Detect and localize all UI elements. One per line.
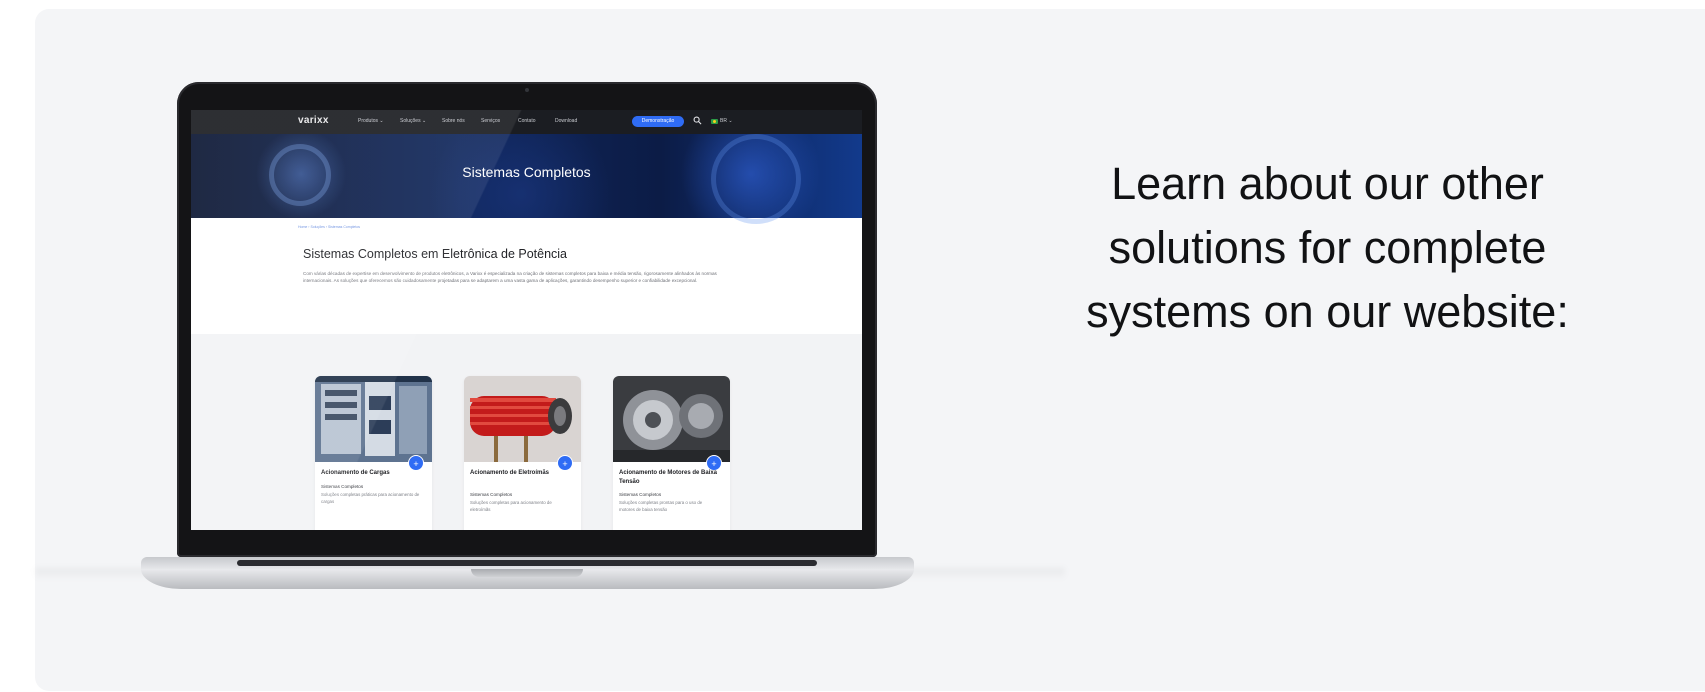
lid-notch: [471, 569, 583, 577]
breadcrumb[interactable]: Home › Soluções › Sistemas Completos: [298, 225, 360, 229]
card-description: Soluções completas prontas para o uso de…: [619, 500, 703, 512]
site-logo[interactable]: varixx: [298, 115, 329, 126]
keyboard-slit: [237, 560, 817, 566]
card-image-cabinet: [315, 376, 432, 462]
brazil-flag-icon[interactable]: [711, 119, 718, 124]
solution-card[interactable]: + Acionamento de Cargas Sistemas Complet…: [315, 376, 432, 530]
card-title: Acionamento de Cargas: [321, 470, 390, 476]
solution-card[interactable]: + Acionamento de Eletroímãs Sistemas Com…: [464, 376, 581, 530]
card-category: Sistemas Completos: [321, 484, 364, 489]
card-image-motor: [613, 376, 730, 462]
laptop-base: [141, 557, 914, 597]
demo-button[interactable]: Demonstração: [632, 116, 684, 127]
card-category: Sistemas Completos: [470, 492, 513, 497]
nav-item-solucoes[interactable]: Soluções ⌄: [400, 118, 426, 124]
laptop-screen: varixx Produtos ⌄ Soluções ⌄ Sobre nós S…: [191, 110, 862, 530]
solution-card[interactable]: + Acionamento de Motores de Baixa Tensão…: [613, 376, 730, 530]
content-text: Com várias décadas de expertise em desen…: [303, 271, 717, 283]
language-select[interactable]: BR ⌄: [720, 118, 733, 124]
nav-item-produtos[interactable]: Produtos ⌄: [358, 118, 384, 124]
card-description: Soluções completas práticas para acionam…: [321, 492, 420, 504]
hero-banner: Sistemas Completos: [191, 134, 862, 224]
headline: Learn about our other solutions for comp…: [1086, 158, 1569, 337]
content-title: Sistemas Completos em Eletrônica de Potê…: [303, 247, 568, 261]
nav-item-sobre[interactable]: Sobre nós: [442, 118, 465, 124]
card-image-coil: [464, 376, 581, 462]
search-icon[interactable]: [693, 116, 702, 125]
hero-title: Sistemas Completos: [462, 164, 591, 180]
card-title: Acionamento de Eletroímãs: [470, 470, 550, 476]
camera-dot: [525, 88, 529, 92]
card-title: Acionamento de Motores de Baixa Tensão: [619, 470, 718, 485]
laptop-mockup: varixx Produtos ⌄ Soluções ⌄ Sobre nós S…: [177, 82, 877, 557]
site-navbar: varixx Produtos ⌄ Soluções ⌄ Sobre nós S…: [191, 110, 862, 134]
card-category: Sistemas Completos: [619, 492, 662, 497]
nav-item-servicos[interactable]: Serviços: [481, 118, 500, 124]
nav-item-contato[interactable]: Contato: [518, 118, 536, 124]
nav-item-download[interactable]: Download: [555, 118, 577, 124]
card-description: Soluções completas para acionamento de e…: [470, 500, 552, 512]
